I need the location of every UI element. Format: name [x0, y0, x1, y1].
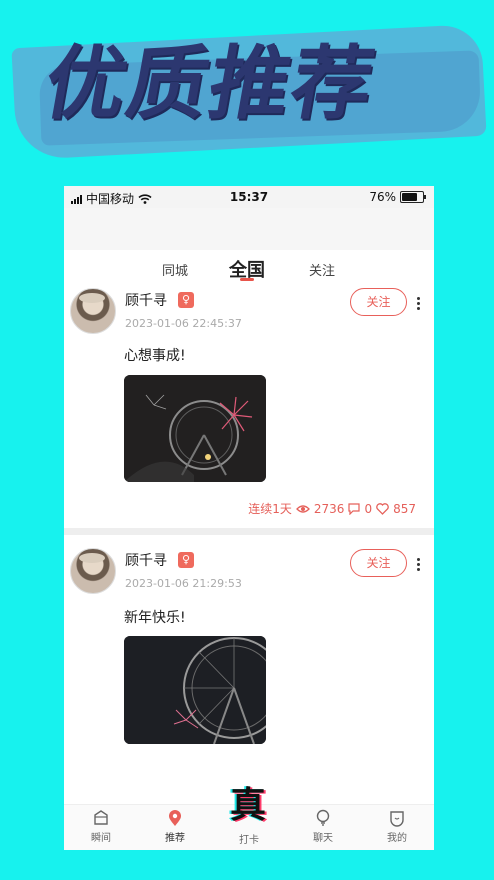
checkin-center-button[interactable]: 真 — [218, 776, 278, 828]
nav-label: 推荐 — [165, 833, 185, 844]
fireworks-ferris-wheel-image — [124, 375, 266, 482]
avatar[interactable] — [70, 548, 116, 594]
chat-bulb-icon — [316, 809, 330, 826]
tab-following[interactable]: 关注 — [309, 260, 335, 279]
streak-label: 连续1天 — [248, 502, 292, 516]
likes-count: 857 — [393, 501, 416, 516]
views-count: 2736 — [313, 501, 345, 516]
post-divider — [64, 528, 434, 535]
profile-icon — [390, 811, 404, 827]
nav-label: 聊天 — [313, 833, 333, 844]
battery-icon — [400, 191, 426, 203]
post-time: 2023-01-06 21:29:53 — [125, 577, 242, 590]
more-icon[interactable] — [416, 558, 420, 571]
nav-item-moments[interactable]: 瞬间 — [76, 809, 126, 844]
more-icon[interactable] — [416, 297, 420, 310]
follow-button[interactable]: 关注 — [350, 549, 407, 577]
feed-tabs: 同城 全国 关注 — [64, 250, 434, 288]
post-photo[interactable] — [124, 375, 266, 482]
ferris-wheel-night-image — [124, 636, 266, 744]
comments-count: 0 — [364, 501, 373, 516]
post-username[interactable]: 顾千寻 — [125, 290, 167, 310]
nav-label: 我的 — [387, 833, 407, 844]
moments-icon — [94, 810, 108, 825]
post-username[interactable]: 顾千寻 — [125, 550, 167, 570]
post-card: 顾千寻 ♀ 2023-01-06 21:29:53 关注 新年快乐! — [64, 546, 434, 766]
post-time: 2023-01-06 22:45:37 — [125, 317, 242, 330]
phone-screen: 中国移动 15:37 76% 同城 全国 关注 顾千寻 ♀ 2023-01-06… — [64, 186, 434, 850]
post-text: 心想事成! — [124, 348, 186, 364]
post-stats: 连续1天 2736 0 857 — [248, 500, 416, 517]
location-pin-icon — [169, 810, 181, 826]
header-area — [64, 208, 434, 250]
nav-item-recommend[interactable]: 推荐 — [150, 809, 200, 844]
status-bar: 中国移动 15:37 76% — [64, 186, 434, 208]
nav-label: 瞬间 — [91, 833, 111, 844]
nav-item-chat[interactable]: 聊天 — [298, 809, 348, 844]
heart-icon[interactable] — [376, 502, 389, 515]
tab-local[interactable]: 同城 — [162, 260, 188, 279]
avatar[interactable] — [70, 288, 116, 334]
gender-badge-icon: ♀ — [178, 292, 194, 308]
post-text: 新年快乐! — [124, 610, 186, 626]
comment-icon[interactable] — [348, 502, 361, 515]
tab-active-indicator — [240, 278, 254, 281]
post-photo[interactable] — [124, 636, 266, 744]
nav-item-profile[interactable]: 我的 — [372, 809, 422, 844]
follow-button[interactable]: 关注 — [350, 288, 407, 316]
battery-percent: 76% — [369, 190, 396, 204]
nav-label: 打卡 — [239, 835, 259, 846]
nav-item-checkin[interactable]: 打卡 — [224, 831, 274, 846]
gender-badge-icon: ♀ — [178, 552, 194, 568]
eye-icon — [295, 504, 310, 513]
banner-title: 优质推荐 — [37, 37, 383, 130]
post-card: 顾千寻 ♀ 2023-01-06 22:45:37 关注 心想事成! 连续1天 … — [64, 286, 434, 526]
